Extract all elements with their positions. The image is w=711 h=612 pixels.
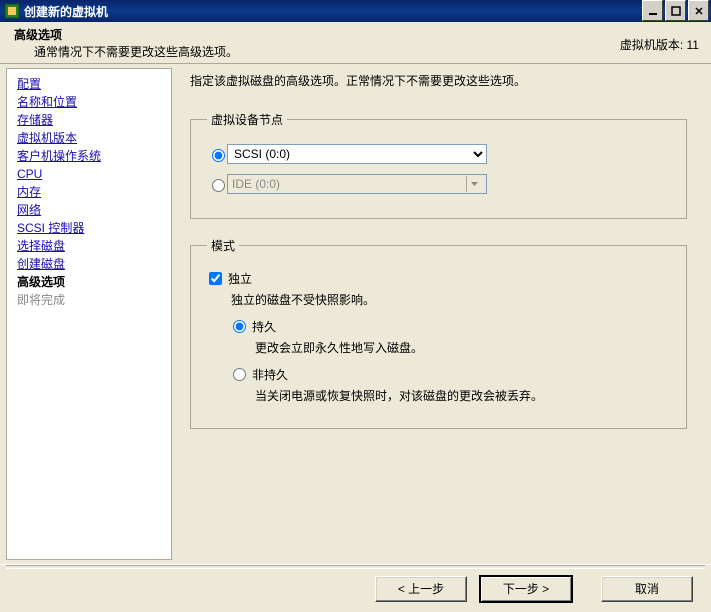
independent-row: 独立 bbox=[207, 270, 670, 287]
device-node-legend: 虚拟设备节点 bbox=[207, 111, 287, 128]
window-buttons bbox=[640, 0, 711, 22]
device-node-group: 虚拟设备节点 SCSI (0:0) IDE (0:0) bbox=[190, 111, 687, 219]
minimize-button[interactable] bbox=[642, 0, 663, 21]
ide-select-disabled: IDE (0:0) bbox=[227, 174, 487, 194]
maximize-button[interactable] bbox=[665, 0, 686, 21]
cancel-button[interactable]: 取消 bbox=[601, 576, 693, 602]
persistent-row: 持久 bbox=[231, 318, 670, 335]
titlebar: 创建新的虚拟机 bbox=[0, 0, 711, 22]
close-button[interactable] bbox=[688, 0, 709, 21]
nonpersistent-desc: 当关闭电源或恢复快照时，对该磁盘的更改会被丢弃。 bbox=[255, 387, 670, 404]
sidebar-item-finish: 即将完成 bbox=[17, 291, 171, 309]
app-icon bbox=[4, 3, 20, 19]
ide-select-value: IDE (0:0) bbox=[232, 177, 280, 191]
sidebar-item-scsi[interactable]: SCSI 控制器 bbox=[17, 219, 171, 237]
mode-legend: 模式 bbox=[207, 237, 239, 254]
scsi-select[interactable]: SCSI (0:0) bbox=[227, 144, 487, 164]
nonpersistent-row: 非持久 bbox=[231, 366, 670, 383]
sidebar-item-create-disk[interactable]: 创建磁盘 bbox=[17, 255, 171, 273]
persistent-label: 持久 bbox=[252, 318, 276, 335]
next-button-label: 下一步 > bbox=[503, 580, 549, 597]
ide-radio[interactable] bbox=[212, 179, 225, 192]
wizard-footer: < 上一步 下一步 > 取消 bbox=[0, 564, 711, 612]
next-button[interactable]: 下一步 > bbox=[479, 575, 573, 603]
mode-group: 模式 独立 独立的磁盘不受快照影响。 持久 更改会立即永久性地写入磁盘。 非持久… bbox=[190, 237, 687, 429]
sidebar-item-vm-version[interactable]: 虚拟机版本 bbox=[17, 129, 171, 147]
intro-text: 指定该虚拟磁盘的高级选项。正常情况下不需要更改这些选项。 bbox=[190, 72, 693, 89]
wizard-main-panel: 指定该虚拟磁盘的高级选项。正常情况下不需要更改这些选项。 虚拟设备节点 SCSI… bbox=[172, 64, 711, 564]
wizard-window: 创建新的虚拟机 高级选项 通常情况下不需要更改这些高级选项。 虚拟机版本: 11… bbox=[0, 0, 711, 612]
header-heading: 高级选项 bbox=[14, 26, 697, 43]
sidebar-item-storage[interactable]: 存储器 bbox=[17, 111, 171, 129]
wizard-body: 配置 名称和位置 存储器 虚拟机版本 客户机操作系统 CPU 内存 网络 SCS… bbox=[0, 64, 711, 564]
sidebar-item-advanced: 高级选项 bbox=[17, 273, 171, 291]
window-title: 创建新的虚拟机 bbox=[24, 3, 640, 20]
independent-desc: 独立的磁盘不受快照影响。 bbox=[231, 291, 670, 308]
sidebar-item-guest-os[interactable]: 客户机操作系统 bbox=[17, 147, 171, 165]
persistent-desc: 更改会立即永久性地写入磁盘。 bbox=[255, 339, 670, 356]
header-subtext: 通常情况下不需要更改这些高级选项。 bbox=[34, 43, 697, 60]
wizard-steps-sidebar: 配置 名称和位置 存储器 虚拟机版本 客户机操作系统 CPU 内存 网络 SCS… bbox=[6, 68, 172, 560]
nonpersistent-radio[interactable] bbox=[233, 368, 246, 381]
persistent-radio[interactable] bbox=[233, 320, 246, 333]
nonpersistent-label: 非持久 bbox=[252, 366, 288, 383]
back-button-label: < 上一步 bbox=[398, 580, 444, 597]
dropdown-arrow-icon bbox=[466, 176, 482, 192]
cancel-button-label: 取消 bbox=[635, 580, 659, 597]
independent-label: 独立 bbox=[228, 270, 252, 287]
ide-row: IDE (0:0) bbox=[207, 174, 670, 194]
footer-separator bbox=[6, 565, 705, 569]
sidebar-item-config[interactable]: 配置 bbox=[17, 75, 171, 93]
sidebar-item-name-location[interactable]: 名称和位置 bbox=[17, 93, 171, 111]
sidebar-item-network[interactable]: 网络 bbox=[17, 201, 171, 219]
back-button[interactable]: < 上一步 bbox=[375, 576, 467, 602]
scsi-radio[interactable] bbox=[212, 149, 225, 162]
wizard-header: 高级选项 通常情况下不需要更改这些高级选项。 虚拟机版本: 11 bbox=[0, 22, 711, 64]
scsi-row: SCSI (0:0) bbox=[207, 144, 670, 164]
sidebar-item-cpu[interactable]: CPU bbox=[17, 165, 171, 183]
independent-checkbox[interactable] bbox=[209, 272, 222, 285]
vm-version-label: 虚拟机版本: 11 bbox=[620, 36, 699, 53]
sidebar-item-select-disk[interactable]: 选择磁盘 bbox=[17, 237, 171, 255]
sidebar-item-memory[interactable]: 内存 bbox=[17, 183, 171, 201]
